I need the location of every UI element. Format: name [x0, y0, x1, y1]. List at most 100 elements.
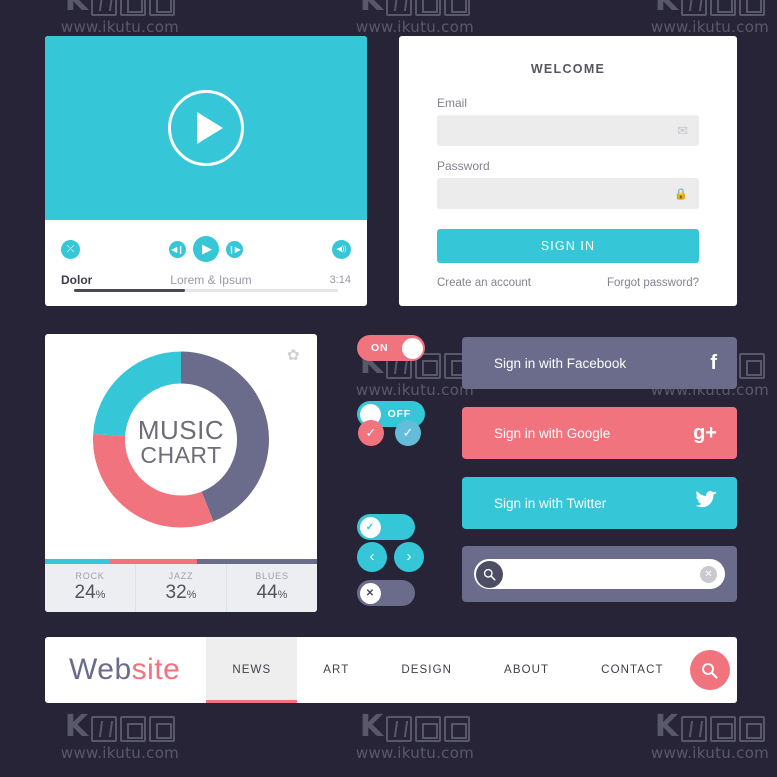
search-icon[interactable] — [689, 650, 730, 690]
check-icon: ✓ — [365, 521, 375, 533]
next-glyph: ❙▶ — [228, 244, 241, 254]
email-label: Email — [437, 96, 468, 110]
nav-item-design[interactable]: DESIGN — [375, 637, 478, 703]
play-button-large[interactable] — [168, 90, 244, 166]
nav-items: NEWS ART DESIGN ABOUT CONTACT — [206, 637, 689, 703]
checkbox-blue[interactable]: ✓ — [395, 420, 421, 446]
sign-in-button[interactable]: SIGN IN — [437, 229, 699, 263]
play-icon — [196, 112, 223, 144]
nav-item-about[interactable]: ABOUT — [478, 637, 575, 703]
checkbox-red[interactable]: ✓ — [358, 420, 384, 446]
watermark-glyph-2 — [120, 716, 147, 742]
watermark: Kwww.ikutu.com — [615, 0, 777, 36]
donut-segment-jazz — [93, 433, 214, 528]
watermark: Kwww.ikutu.com — [320, 0, 510, 36]
login-links: Create an account Forgot password? — [437, 277, 699, 289]
music-chart-card: ✿ MUSIC CHART ROCK 24% JAZZ 32% BLUES 44% — [45, 334, 317, 612]
watermark: Kwww.ikutu.com — [25, 0, 215, 36]
ui-kit-canvas: Kwww.ikutu.com Kwww.ikutu.com Kwww.ikutu.c… — [0, 0, 777, 777]
chevron-right-icon: › — [406, 547, 412, 565]
email-field[interactable]: ✉ — [437, 115, 699, 146]
watermark: Kwww.ikutu.com — [25, 708, 215, 763]
legend-item-rock: ROCK 24% — [45, 564, 136, 612]
watermark-k: K — [359, 709, 384, 744]
create-account-link[interactable]: Create an account — [437, 277, 531, 289]
watermark-glyph-1 — [681, 0, 708, 16]
legend-value: 44% — [256, 582, 288, 603]
nav-item-art[interactable]: ART — [297, 637, 375, 703]
toggle-checked[interactable]: ✓ — [357, 514, 415, 540]
play-glyph: ▶ — [202, 241, 212, 256]
search-icon[interactable] — [476, 560, 503, 588]
facebook-signin-button[interactable]: Sign in with Facebook f — [462, 337, 737, 389]
legend-item-blues: BLUES 44% — [227, 564, 317, 612]
twitter-signin-button[interactable]: Sign in with Twitter — [462, 477, 737, 529]
envelope-icon: ✉ — [677, 122, 688, 138]
nav-search-area — [689, 637, 737, 703]
password-label: Password — [437, 159, 490, 173]
search-input[interactable] — [503, 567, 700, 581]
watermark-glyph-1 — [681, 716, 708, 742]
music-player-card: ⤫ ◀❙ ▶ ❙▶ ◀)) Dolor Lorem & Ipsum 3:14 — [45, 36, 367, 306]
play-icon-small[interactable]: ▶ — [193, 236, 219, 262]
watermark-glyph-1 — [91, 716, 118, 742]
password-field[interactable]: 🔒 — [437, 178, 699, 209]
donut-segment-rock — [93, 351, 182, 437]
donut-chart: MUSIC CHART — [88, 347, 274, 538]
volume-icon[interactable]: ◀)) — [332, 239, 351, 259]
watermark-url: www.ikutu.com — [355, 744, 475, 762]
site-logo[interactable]: Web site — [45, 637, 206, 703]
watermark-url: www.ikutu.com — [355, 18, 475, 36]
shuffle-icon[interactable]: ⤫ — [61, 239, 80, 259]
google-plus-icon: g+ — [693, 421, 717, 444]
forgot-password-link[interactable]: Forgot password? — [607, 277, 699, 289]
website-navbar: Web site NEWS ART DESIGN ABOUT CONTACT — [45, 637, 737, 703]
nav-item-contact[interactable]: CONTACT — [575, 637, 689, 703]
watermark-logo: K — [25, 0, 215, 16]
prev-arrow-button[interactable]: ‹ — [357, 542, 387, 572]
email-input[interactable] — [437, 115, 699, 146]
toggle-disabled[interactable]: ✕ — [357, 580, 415, 606]
volume-glyph: ◀)) — [336, 246, 347, 253]
chevron-left-icon: ‹ — [369, 547, 375, 565]
toggle-disabled-knob: ✕ — [359, 582, 381, 604]
watermark-url: www.ikutu.com — [650, 18, 770, 36]
legend-value: 32% — [165, 582, 197, 603]
watermark-logo: K — [320, 0, 510, 16]
watermark-glyph-2 — [710, 0, 737, 16]
track-artist: Lorem & Ipsum — [170, 273, 252, 287]
chart-area: ✿ MUSIC CHART — [45, 334, 317, 559]
progress-bar[interactable] — [74, 289, 338, 292]
watermark-glyph-2 — [415, 716, 442, 742]
watermark-glyph-3 — [739, 716, 766, 742]
watermark-k: K — [64, 709, 89, 744]
transport-controls: ◀❙ ▶ ❙▶ — [169, 236, 243, 262]
track-meta: Dolor Lorem & Ipsum 3:14 — [61, 273, 351, 287]
login-card: WELCOME Email ✉ Password 🔒 SIGN IN Creat… — [399, 36, 737, 306]
close-icon[interactable]: ✕ — [700, 565, 717, 583]
google-signin-button[interactable]: Sign in with Google g+ — [462, 407, 737, 459]
toggle-checked-knob: ✓ — [359, 516, 381, 538]
watermark-glyph-3 — [149, 0, 176, 16]
legend-item-jazz: JAZZ 32% — [136, 564, 227, 612]
facebook-label: Sign in with Facebook — [494, 355, 627, 371]
nav-item-news[interactable]: NEWS — [206, 637, 298, 703]
progress-fill — [74, 289, 185, 292]
logo-part-2: site — [131, 653, 181, 686]
logo-part-1: Web — [69, 653, 132, 686]
legend-value: 24% — [74, 582, 106, 603]
google-label: Sign in with Google — [494, 425, 611, 441]
twitter-icon — [695, 491, 717, 515]
watermark-glyph-2 — [120, 0, 147, 16]
gear-icon[interactable]: ✿ — [287, 348, 302, 363]
next-arrow-button[interactable]: › — [394, 542, 424, 572]
password-input[interactable] — [437, 178, 699, 209]
search-input-wrap[interactable]: ✕ — [474, 559, 725, 589]
watermark-glyph-3 — [444, 716, 471, 742]
legend-label: JAZZ — [168, 571, 194, 581]
toggle-on[interactable]: ON — [357, 335, 425, 361]
watermark-logo: K — [320, 708, 510, 742]
twitter-label: Sign in with Twitter — [494, 495, 607, 511]
previous-icon[interactable]: ◀❙ — [169, 240, 186, 258]
next-icon[interactable]: ❙▶ — [226, 240, 243, 258]
